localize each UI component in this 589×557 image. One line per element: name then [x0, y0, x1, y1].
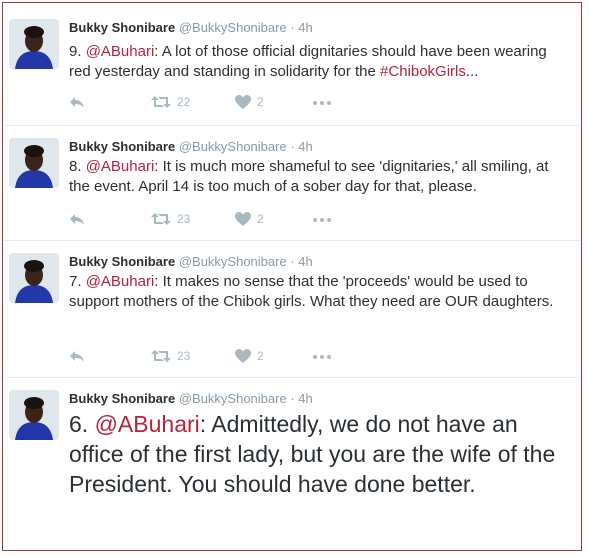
author-name[interactable]: Bukky Shonibare — [69, 254, 175, 269]
author-handle[interactable]: @BukkyShonibare — [179, 139, 287, 154]
more-icon — [313, 355, 331, 359]
separator: · — [290, 391, 295, 406]
like-count: 2 — [257, 349, 264, 363]
more-button[interactable] — [313, 355, 331, 359]
like-count: 2 — [257, 95, 264, 109]
retweet-button[interactable]: 23 — [151, 349, 190, 363]
reply-icon — [70, 351, 84, 362]
timeline: Bukky Shonibare @BukkyShonibare · 4h 9. … — [2, 2, 582, 551]
avatar[interactable] — [9, 19, 59, 69]
more-icon — [313, 218, 331, 222]
truncation: ... — [465, 63, 479, 80]
more-button[interactable] — [313, 218, 331, 222]
like-count: 2 — [257, 212, 264, 226]
reply-button[interactable] — [69, 212, 85, 226]
tweet-text: 8. @ABuhari: It is much more shameful to… — [69, 157, 569, 197]
tweet[interactable]: Bukky Shonibare @BukkyShonibare · 4h 7. … — [3, 241, 581, 378]
author-name[interactable]: Bukky Shonibare — [69, 20, 175, 35]
retweet-count: 22 — [177, 95, 191, 109]
author-name[interactable]: Bukky Shonibare — [69, 139, 175, 154]
timestamp[interactable]: 4h — [298, 254, 312, 269]
retweet-icon — [151, 350, 171, 362]
timestamp[interactable]: 4h — [298, 139, 312, 154]
hashtag-link[interactable]: #ChibokGirls — [380, 63, 466, 80]
tweet-text: 7. @ABuhari: It makes no sense that the … — [69, 272, 569, 312]
author-name[interactable]: Bukky Shonibare — [69, 391, 175, 406]
more-icon — [313, 101, 331, 105]
tweet-number: 8. — [69, 158, 86, 175]
reply-button[interactable] — [69, 95, 85, 109]
heart-icon — [235, 95, 251, 109]
retweet-count: 23 — [177, 212, 191, 226]
author-handle[interactable]: @BukkyShonibare — [179, 254, 287, 269]
reply-button[interactable] — [69, 349, 85, 363]
retweet-button[interactable]: 22 — [151, 95, 190, 109]
mention-link[interactable]: @ABuhari — [86, 43, 155, 60]
separator: · — [290, 139, 295, 154]
author-handle[interactable]: @BukkyShonibare — [179, 391, 287, 406]
avatar[interactable] — [9, 253, 59, 303]
tweet-text: 9. @ABuhari: A lot of those official dig… — [69, 42, 569, 82]
author-handle[interactable]: @BukkyShonibare — [179, 20, 287, 35]
reply-icon — [70, 97, 84, 108]
tweet-number: 6. — [69, 411, 95, 437]
tweet[interactable]: Bukky Shonibare @BukkyShonibare · 4h 9. … — [3, 3, 581, 126]
like-button[interactable]: 2 — [235, 212, 264, 226]
separator: · — [290, 20, 295, 35]
tweet-text: 6. @ABuhari: Admittedly, we do not have … — [69, 409, 569, 499]
tweet-number: 9. — [69, 43, 86, 60]
more-button[interactable] — [313, 101, 331, 105]
avatar[interactable] — [9, 138, 59, 188]
mention-link[interactable]: @ABuhari — [86, 158, 155, 175]
timestamp[interactable]: 4h — [298, 391, 312, 406]
tweet-number: 7. — [69, 273, 86, 290]
avatar[interactable] — [9, 390, 59, 440]
mention-link[interactable]: @ABuhari — [86, 273, 155, 290]
reply-icon — [70, 214, 84, 225]
heart-icon — [235, 349, 251, 363]
retweet-icon — [151, 96, 171, 108]
like-button[interactable]: 2 — [235, 349, 264, 363]
like-button[interactable]: 2 — [235, 95, 264, 109]
heart-icon — [235, 212, 251, 226]
retweet-count: 23 — [177, 349, 191, 363]
mention-link[interactable]: @ABuhari — [95, 411, 200, 437]
tweet[interactable]: Bukky Shonibare @BukkyShonibare · 4h 8. … — [3, 126, 581, 241]
timestamp[interactable]: 4h — [298, 20, 312, 35]
separator: · — [290, 254, 295, 269]
retweet-icon — [151, 213, 171, 225]
retweet-button[interactable]: 23 — [151, 212, 190, 226]
tweet[interactable]: Bukky Shonibare @BukkyShonibare · 4h 6. … — [3, 378, 581, 550]
